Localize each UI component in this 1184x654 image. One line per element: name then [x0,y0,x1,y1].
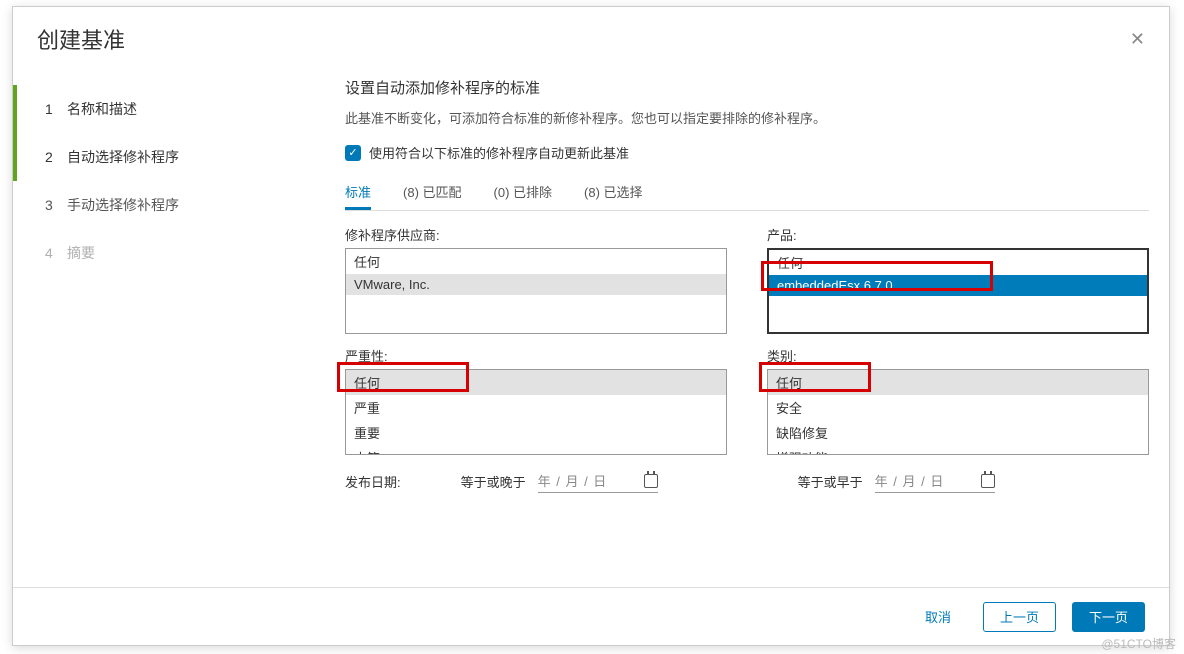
date-after-label: 等于或晚于 [461,472,526,491]
list-item[interactable]: 重要 [346,420,726,445]
severity-label: 严重性: [345,346,727,365]
auto-update-checkbox-row: ✓ 使用符合以下标准的修补程序自动更新此基准 [345,143,1149,162]
list-item[interactable]: 任何 [346,370,726,395]
tab-excluded[interactable]: (0) 已排除 [494,176,553,210]
date-before-field: 等于或早于 年 / 月 / 日 [798,469,995,493]
product-label: 产品: [767,225,1149,244]
dialog-body: 1 名称和描述 2 自动选择修补程序 3 手动选择修补程序 4 摘要 设置自动添… [13,67,1169,619]
list-item[interactable]: 缺陷修复 [768,420,1148,445]
release-date-label: 发布日期: [345,472,401,491]
cancel-button[interactable]: 取消 [909,602,967,632]
section-title: 设置自动添加修补程序的标准 [345,77,1149,98]
vendor-listbox[interactable]: 任何 VMware, Inc. [345,248,727,334]
auto-update-checkbox[interactable]: ✓ [345,145,361,161]
dialog-header: 创建基准 ✕ [13,7,1169,67]
release-date-row: 发布日期: 等于或晚于 年 / 月 / 日 等于或早于 年 / 月 / 日 [345,469,1149,493]
category-label: 类别: [767,346,1149,365]
list-item[interactable]: VMware, Inc. [346,274,726,295]
criteria-tabs: 标准 (8) 已匹配 (0) 已排除 (8) 已选择 [345,176,1149,211]
list-item[interactable]: 安全 [768,395,1148,420]
date-placeholder: 年 / 月 / 日 [538,471,608,490]
auto-update-label: 使用符合以下标准的修补程序自动更新此基准 [369,143,629,162]
tab-selected[interactable]: (8) 已选择 [584,176,643,210]
step-summary: 4 摘要 [13,229,325,277]
create-baseline-dialog: 创建基准 ✕ 1 名称和描述 2 自动选择修补程序 3 手动选择修补程序 4 摘… [12,6,1170,646]
step-auto-select-patches[interactable]: 2 自动选择修补程序 [13,133,325,181]
date-after-field: 等于或晚于 年 / 月 / 日 [461,469,658,493]
step-label: 手动选择修补程序 [67,195,179,215]
dialog-title: 创建基准 [37,23,125,55]
tab-matched[interactable]: (8) 已匹配 [403,176,462,210]
list-item[interactable]: 严重 [346,395,726,420]
step-label: 名称和描述 [67,99,137,119]
vendor-label: 修补程序供应商: [345,225,727,244]
date-after-input[interactable]: 年 / 月 / 日 [538,469,658,493]
main-panel: 设置自动添加修补程序的标准 此基准不断变化，可添加符合标准的新修补程序。您也可以… [325,67,1169,619]
watermark: @51CTO博客 [1101,635,1176,652]
list-item[interactable]: 任何 [768,370,1148,395]
step-name-and-description[interactable]: 1 名称和描述 [13,85,325,133]
section-description: 此基准不断变化，可添加符合标准的新修补程序。您也可以指定要排除的修补程序。 [345,108,1149,127]
list-item[interactable]: 任何 [769,250,1147,275]
calendar-icon[interactable] [644,474,658,488]
date-placeholder: 年 / 月 / 日 [875,471,945,490]
severity-listbox[interactable]: 任何 严重 重要 中等 [345,369,727,455]
list-item-selected[interactable]: embeddedEsx 6.7.0 [769,275,1147,296]
step-manual-select-patches[interactable]: 3 手动选择修补程序 [13,181,325,229]
back-button[interactable]: 上一页 [983,602,1056,632]
step-label: 摘要 [67,243,95,263]
dialog-footer: 取消 上一页 下一页 [13,587,1169,645]
next-button[interactable]: 下一页 [1072,602,1145,632]
list-item[interactable]: 增强功能 [768,445,1148,454]
calendar-icon[interactable] [981,474,995,488]
date-before-label: 等于或早于 [798,472,863,491]
tab-criteria[interactable]: 标准 [345,176,371,210]
filter-grid: 修补程序供应商: 任何 VMware, Inc. 产品: 任何 embedded… [345,225,1149,455]
list-item[interactable]: 任何 [346,249,726,274]
close-icon[interactable]: ✕ [1130,29,1145,50]
product-filter: 产品: 任何 embeddedEsx 6.7.0 [767,225,1149,334]
vendor-filter: 修补程序供应商: 任何 VMware, Inc. [345,225,727,334]
date-before-input[interactable]: 年 / 月 / 日 [875,469,995,493]
severity-filter: 严重性: 任何 严重 重要 中等 [345,346,727,455]
list-item[interactable]: 中等 [346,445,726,454]
product-listbox[interactable]: 任何 embeddedEsx 6.7.0 [767,248,1149,334]
wizard-steps: 1 名称和描述 2 自动选择修补程序 3 手动选择修补程序 4 摘要 [13,67,325,619]
step-label: 自动选择修补程序 [67,147,179,167]
category-filter: 类别: 任何 安全 缺陷修复 增强功能 [767,346,1149,455]
category-listbox[interactable]: 任何 安全 缺陷修复 增强功能 [767,369,1149,455]
